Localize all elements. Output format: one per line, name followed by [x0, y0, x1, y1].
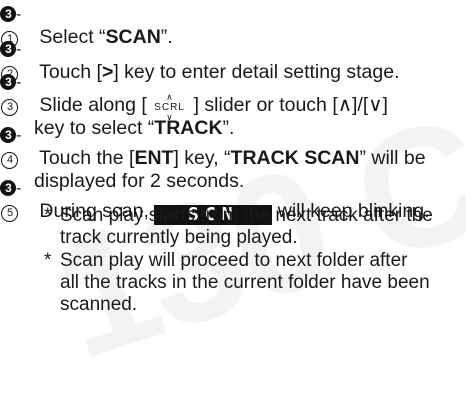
step-text: Touch the [	[34, 147, 135, 169]
enter-key: ENT	[134, 147, 174, 169]
step-keyword: TRACK SCAN	[230, 147, 360, 169]
step-marker: 3 -3	[0, 70, 34, 117]
step-marker: 3 -4	[0, 123, 34, 170]
step-text-end: ] slider or touch [∧]/[∨]	[188, 94, 388, 116]
step-number-badge: 3	[0, 180, 16, 196]
step-number-badge: 3	[0, 41, 16, 57]
note-asterisk: *	[44, 205, 52, 226]
step-text: Slide along [	[34, 94, 153, 116]
step-number-badge: 3	[0, 6, 16, 22]
note-text: Scan play will proceed to next folder af…	[60, 250, 408, 271]
note-asterisk: *	[44, 250, 52, 271]
note-2: * Scan play will proceed to next folder a…	[44, 250, 464, 316]
note-text: all the tracks in the current folder hav…	[60, 272, 430, 293]
scroll-slider-icon: ∧ SCRL ∨	[154, 92, 185, 122]
substep-number-badge: 4	[1, 152, 18, 169]
step-number-badge: 3	[0, 74, 16, 90]
step-number-badge: 3	[0, 127, 16, 143]
note-text: track currently being played.	[60, 227, 298, 248]
substep-number-badge: 3	[1, 99, 18, 116]
note-text: scanned.	[60, 294, 138, 315]
note-1: * Scan play starts from the next track af…	[44, 205, 464, 249]
step-text: ] key, “	[173, 147, 231, 169]
note-text: Scan play starts from the next track aft…	[60, 205, 433, 226]
step-marker: 3 -5	[0, 176, 34, 223]
step-text-end: ” will be	[359, 147, 426, 169]
substep-number-badge: 5	[1, 205, 18, 222]
